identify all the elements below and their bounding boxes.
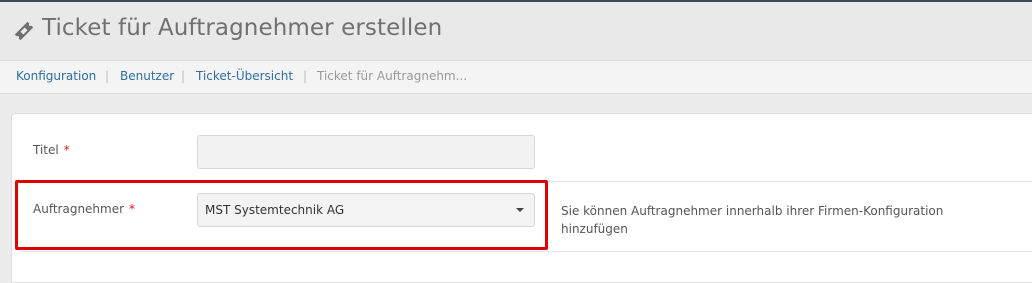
contractor-label: Auftragnehmer *	[33, 202, 136, 216]
breadcrumb: Konfiguration | Benutzer | Ticket-Übersi…	[0, 60, 1032, 94]
title-label: Titel *	[33, 143, 70, 157]
page-header: Ticket für Auftragnehmer erstellen	[0, 2, 1032, 60]
ticket-icon	[12, 19, 36, 43]
breadcrumb-separator: |	[181, 69, 186, 83]
breadcrumb-separator: |	[105, 69, 110, 83]
breadcrumb-konfiguration[interactable]: Konfiguration	[16, 69, 96, 83]
breadcrumb-benutzer[interactable]: Benutzer	[120, 69, 174, 83]
contractor-select-value: MST Systemtechnik AG	[205, 203, 345, 217]
breadcrumb-ticket-uebersicht[interactable]: Ticket-Übersicht	[196, 69, 293, 83]
row-divider	[20, 251, 1032, 252]
breadcrumb-separator: |	[303, 69, 308, 83]
caret-down-icon	[516, 208, 524, 212]
page-title: Ticket für Auftragnehmer erstellen	[42, 15, 443, 41]
breadcrumb-current: Ticket für Auftragnehm...	[317, 69, 468, 83]
title-input[interactable]	[197, 135, 535, 169]
contractor-select[interactable]: MST Systemtechnik AG	[197, 193, 535, 227]
row-divider	[20, 181, 1032, 182]
required-marker: *	[129, 202, 136, 216]
required-marker: *	[63, 143, 70, 157]
contractor-help-text: Sie können Auftragnehmer innerhalb ihrer…	[561, 204, 944, 236]
